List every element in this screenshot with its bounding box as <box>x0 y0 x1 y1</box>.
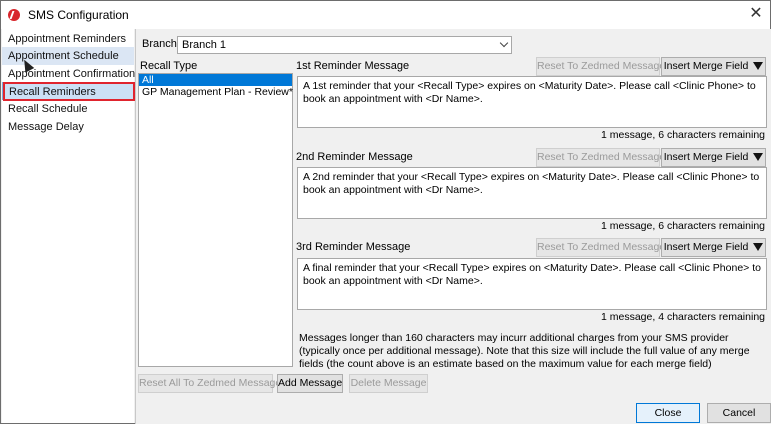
close-icon[interactable]: ✕ <box>745 4 767 26</box>
reminder-3-message-field[interactable]: A final reminder that your <Recall Type>… <box>297 258 767 310</box>
list-item[interactable]: All <box>139 74 292 86</box>
add-message-button[interactable]: Add Message <box>277 374 343 393</box>
close-button[interactable]: Close <box>636 403 700 423</box>
sms-length-note: Messages longer than 160 characters may … <box>299 332 750 370</box>
sidebar-item-recall-schedule[interactable]: Recall Schedule <box>2 100 134 118</box>
reminder-3-insert-merge-field-button[interactable]: Insert Merge Field <box>661 238 766 257</box>
reminder-2-counter: 1 message, 6 characters remaining <box>601 220 765 232</box>
branch-select[interactable]: Branch 1 <box>177 36 512 54</box>
reminder-1-label: 1st Reminder Message <box>296 60 410 72</box>
reminder-1-message-field[interactable]: A 1st reminder that your <Recall Type> e… <box>297 76 767 128</box>
cancel-button[interactable]: Cancel <box>707 403 771 423</box>
title-bar: SMS Configuration ✕ <box>1 1 770 29</box>
reminder-3-merge-label: Insert Merge Field <box>663 241 749 253</box>
chevron-down-icon <box>499 38 509 48</box>
selection-highlight-annotation <box>3 82 135 101</box>
reminder-1-insert-merge-field-button[interactable]: Insert Merge Field <box>661 57 766 76</box>
recall-reminders-panel: Branch: Branch 1 Recall Type All GP Mana… <box>135 29 771 424</box>
delete-message-button[interactable]: Delete Message <box>349 374 428 393</box>
reminder-3-counter: 1 message, 4 characters remaining <box>601 311 765 323</box>
reminder-2-reset-button[interactable]: Reset To Zedmed Message <box>536 148 665 167</box>
recall-type-list[interactable]: All GP Management Plan - Review* <box>138 73 293 367</box>
reminder-1-reset-button[interactable]: Reset To Zedmed Message <box>536 57 665 76</box>
reminder-2-label: 2nd Reminder Message <box>296 151 413 163</box>
triangle-down-icon <box>753 62 764 70</box>
recall-type-label: Recall Type <box>140 60 198 72</box>
reminder-3-reset-button[interactable]: Reset To Zedmed Message <box>536 238 665 257</box>
sms-configuration-window: SMS Configuration ✕ Appointment Reminder… <box>0 0 771 424</box>
sidebar-item-appointment-reminders[interactable]: Appointment Reminders <box>2 30 134 48</box>
reminder-2-message-field[interactable]: A 2nd reminder that your <Recall Type> e… <box>297 167 767 219</box>
app-logo-icon <box>8 9 20 21</box>
branch-label: Branch: <box>142 38 180 50</box>
reminder-1-counter: 1 message, 6 characters remaining <box>601 129 765 141</box>
window-title: SMS Configuration <box>28 8 129 22</box>
triangle-down-icon <box>753 153 764 161</box>
triangle-down-icon <box>753 243 764 251</box>
list-item[interactable]: GP Management Plan - Review* <box>139 86 293 98</box>
reset-all-button[interactable]: Reset All To Zedmed Message <box>138 374 281 393</box>
branch-select-value: Branch 1 <box>182 39 227 51</box>
reminder-2-merge-label: Insert Merge Field <box>663 151 749 163</box>
reminder-1-merge-label: Insert Merge Field <box>663 60 749 72</box>
reminder-2-insert-merge-field-button[interactable]: Insert Merge Field <box>661 148 766 167</box>
sidebar-item-message-delay[interactable]: Message Delay <box>2 118 134 136</box>
reminder-3-label: 3rd Reminder Message <box>296 241 411 253</box>
